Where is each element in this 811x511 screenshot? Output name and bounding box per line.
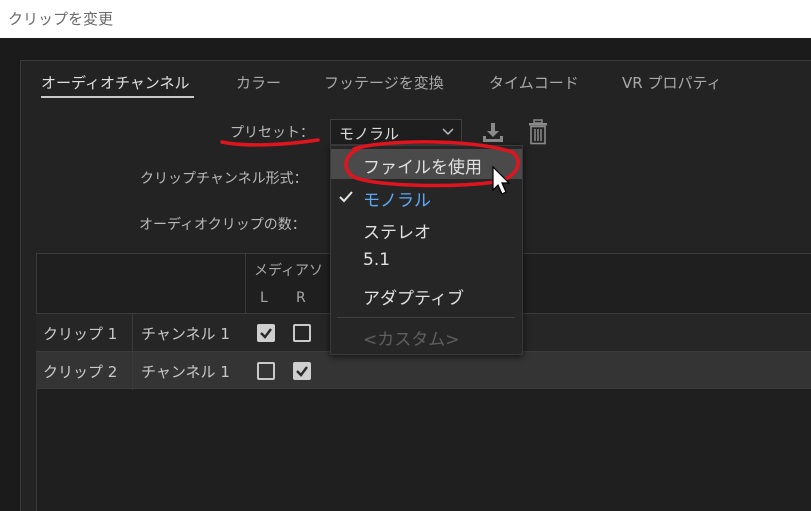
menu-item-label: <カスタム> xyxy=(363,330,460,350)
window-titlebar: クリップを変更 xyxy=(0,0,811,38)
channel-name: チャンネル 1 xyxy=(141,325,230,343)
menu-item-label: ステレオ xyxy=(363,223,431,243)
menu-item-stereo[interactable]: ステレオ xyxy=(331,214,522,244)
menu-item-custom: <カスタム> xyxy=(331,321,522,351)
menu-item-label: モノラル xyxy=(363,191,431,211)
preset-label: プリセット： xyxy=(230,125,314,141)
clip2-l-checkbox[interactable] xyxy=(257,362,275,380)
tab-color[interactable]: カラー xyxy=(236,72,281,93)
clip2-r-checkbox[interactable] xyxy=(293,362,311,380)
table-row: クリップ 2 チャンネル 1 xyxy=(36,351,811,390)
checkmark-icon xyxy=(339,191,353,203)
menu-item-mono[interactable]: モノラル xyxy=(331,182,522,212)
menu-item-label: ファイルを使用 xyxy=(363,158,482,178)
trash-icon[interactable] xyxy=(527,119,549,145)
menu-item-label: 5.1 xyxy=(363,250,391,270)
tab-vr-properties[interactable]: VR プロパティ xyxy=(622,72,722,93)
clip-channel-format-label: クリップチャンネル形式： xyxy=(140,171,308,187)
checkmark-icon xyxy=(296,366,308,377)
cell-divider xyxy=(132,352,133,390)
active-tab-underline xyxy=(41,96,194,98)
tab-audio-channels[interactable]: オーディオチャンネル xyxy=(41,72,190,93)
window-title: クリップを変更 xyxy=(8,10,114,28)
clip1-l-checkbox[interactable] xyxy=(257,324,275,342)
chevron-down-icon xyxy=(442,128,454,136)
menu-item-label: アダプティブ xyxy=(363,289,464,309)
channel-l-header: L xyxy=(260,290,268,306)
media-source-header: メディアソ xyxy=(254,263,324,279)
cell-divider xyxy=(132,314,133,352)
preset-select-value: モノラル xyxy=(339,125,400,143)
menu-item-use-file[interactable]: ファイルを使用 xyxy=(331,149,522,179)
audio-clip-count-label: オーディオクリップの数： xyxy=(139,217,306,233)
preset-dropdown-menu: ファイルを使用 モノラル ステレオ 5.1 アダプティブ <カスタム> xyxy=(330,145,523,355)
tab-timecode[interactable]: タイムコード xyxy=(489,72,579,93)
clip-name: クリップ 1 xyxy=(43,325,118,343)
clip1-r-checkbox[interactable] xyxy=(293,324,311,342)
tab-interpret-footage[interactable]: フッテージを変換 xyxy=(324,72,444,93)
menu-separator xyxy=(337,317,515,318)
menu-item-adaptive[interactable]: アダプティブ xyxy=(331,280,522,310)
clip-name: クリップ 2 xyxy=(43,363,118,381)
channel-r-header: R xyxy=(296,290,306,306)
menu-item-5-1[interactable]: 5.1 xyxy=(331,246,522,276)
channel-name: チャンネル 1 xyxy=(141,363,230,381)
download-save-icon[interactable] xyxy=(480,121,506,145)
checkmark-icon xyxy=(260,328,272,339)
preset-select[interactable]: モノラル xyxy=(330,119,462,145)
